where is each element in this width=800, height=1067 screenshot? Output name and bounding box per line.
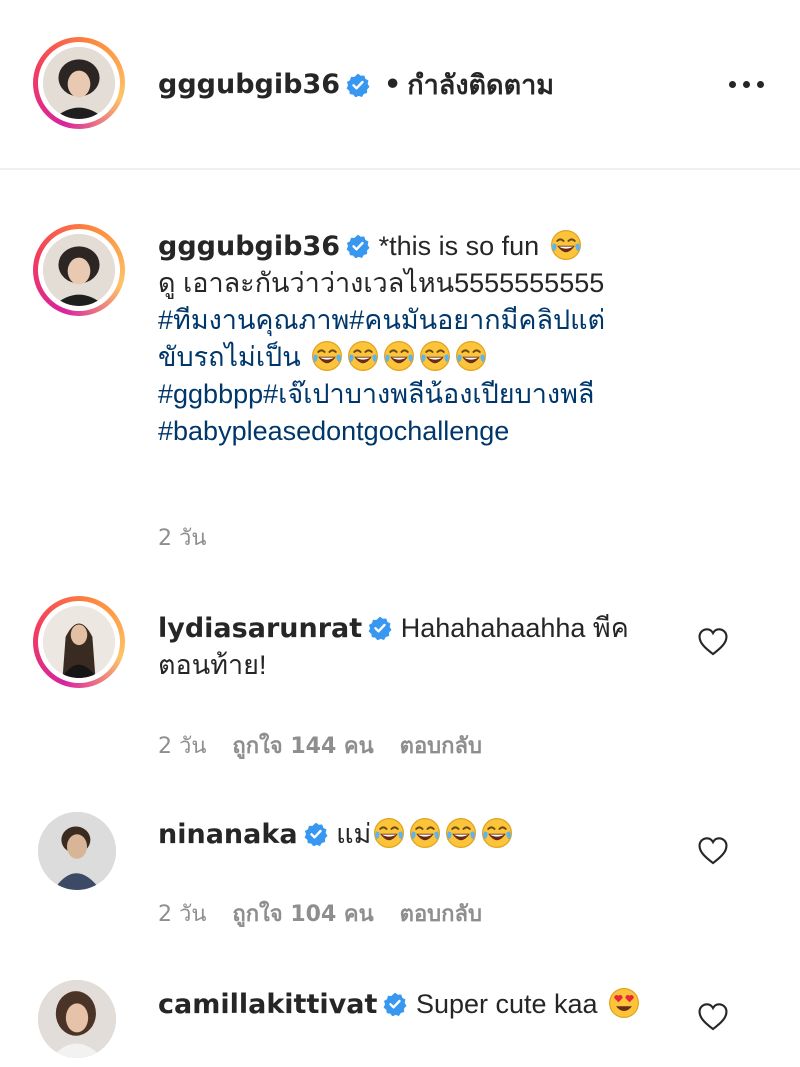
likes-count-button[interactable]: ถูกใจ 104 คน bbox=[232, 896, 373, 931]
laughing-emoji-icon bbox=[373, 817, 405, 849]
avatar-photo bbox=[43, 606, 115, 678]
following-button[interactable]: กำลังติดตาม bbox=[407, 63, 554, 106]
more-dot bbox=[728, 80, 736, 88]
laughing-emoji-icon bbox=[419, 340, 451, 372]
header-separator: • bbox=[384, 69, 402, 100]
comment-username[interactable]: lydiasarunrat bbox=[158, 613, 362, 644]
reply-button[interactable]: ตอบกลับ bbox=[400, 896, 482, 931]
caption-text: ดู เอาละกันว่าว่างเวลไหน5555555555 bbox=[158, 268, 605, 298]
header-avatar[interactable] bbox=[33, 37, 125, 129]
laughing-emoji-icon bbox=[455, 340, 487, 372]
heart-eyes-emoji-icon bbox=[608, 987, 640, 1019]
avatar-photo bbox=[38, 812, 116, 890]
post-header: gggubgib36 • กำลังติดตาม bbox=[0, 0, 800, 170]
like-heart-icon[interactable] bbox=[696, 1000, 730, 1034]
likes-count-button[interactable]: ถูกใจ 144 คน bbox=[232, 728, 373, 763]
laughing-emoji-icon bbox=[409, 817, 441, 849]
laughing-emoji-icon bbox=[347, 340, 379, 372]
verified-badge-icon bbox=[383, 992, 407, 1016]
comment-time[interactable]: 2 วัน bbox=[158, 896, 206, 931]
laughing-emoji-icon bbox=[383, 340, 415, 372]
laughing-emoji-icon bbox=[445, 817, 477, 849]
laughing-emoji-icon bbox=[311, 340, 343, 372]
hashtag-link[interactable]: #ggbbpp bbox=[158, 379, 263, 409]
caption-time[interactable]: 2 วัน bbox=[158, 520, 206, 555]
header-user-line: gggubgib36 • กำลังติดตาม bbox=[158, 63, 554, 106]
more-dot bbox=[742, 80, 750, 88]
avatar-photo bbox=[43, 47, 115, 119]
comment-username[interactable]: camillakittivat bbox=[158, 989, 377, 1020]
verified-badge-icon bbox=[346, 234, 370, 258]
verified-badge-icon bbox=[346, 73, 370, 97]
comment-username[interactable]: ninanaka bbox=[158, 819, 298, 850]
avatar-image bbox=[43, 606, 115, 678]
hashtag-link[interactable]: #เจ๊เปาบางพลีน้องเปียบางพลี bbox=[263, 379, 594, 409]
avatar-photo bbox=[43, 234, 115, 306]
verified-badge-icon bbox=[368, 616, 392, 640]
comment-body: ninanaka แม่ bbox=[158, 816, 678, 853]
comment-avatar-inner bbox=[38, 601, 120, 683]
comment-body: camillakittivat Super cute kaa bbox=[158, 986, 658, 1023]
comment-avatar[interactable] bbox=[38, 812, 116, 890]
more-options-icon[interactable] bbox=[720, 72, 772, 96]
more-dot bbox=[756, 80, 764, 88]
reply-button[interactable]: ตอบกลับ bbox=[400, 728, 482, 763]
caption-text: *this is so fun bbox=[378, 231, 540, 261]
caption-body: gggubgib36 *this is so fun ดู เอาละกันว่… bbox=[158, 228, 608, 450]
hashtag-link[interactable]: #babypleasedontgochallenge bbox=[158, 416, 509, 446]
verified-badge-icon bbox=[304, 822, 328, 846]
like-heart-icon[interactable] bbox=[696, 834, 730, 868]
comment-avatar[interactable] bbox=[33, 596, 125, 688]
comment-time[interactable]: 2 วัน bbox=[158, 728, 206, 763]
comment-meta: 2 วัน ถูกใจ 104 คน ตอบกลับ bbox=[158, 896, 482, 931]
caption-avatar[interactable] bbox=[33, 224, 125, 316]
comment-text: Super cute kaa bbox=[415, 989, 598, 1019]
comment-body: lydiasarunrat Hahahahaahha พีคตอนท้าย! bbox=[158, 610, 658, 684]
header-avatar-inner bbox=[38, 42, 120, 124]
header-username[interactable]: gggubgib36 bbox=[158, 69, 340, 100]
avatar-image bbox=[43, 47, 115, 119]
like-heart-icon[interactable] bbox=[696, 625, 730, 659]
caption-username[interactable]: gggubgib36 bbox=[158, 231, 340, 262]
caption-avatar-inner bbox=[38, 229, 120, 311]
comment-avatar[interactable] bbox=[38, 980, 116, 1058]
laughing-emoji-icon bbox=[481, 817, 513, 849]
comment-meta: 2 วัน ถูกใจ 144 คน ตอบกลับ bbox=[158, 728, 482, 763]
hashtag-link[interactable]: #ทีมงานคุณภาพ bbox=[158, 305, 349, 335]
caption-meta: 2 วัน bbox=[158, 520, 206, 555]
comment-text: แม่ bbox=[336, 819, 372, 849]
laughing-emoji-icon bbox=[550, 229, 582, 261]
avatar-image bbox=[43, 234, 115, 306]
avatar-photo bbox=[38, 980, 116, 1058]
